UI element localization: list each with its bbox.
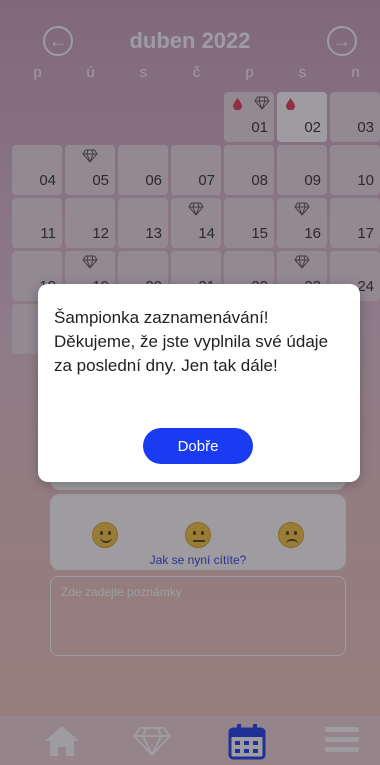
dialog-message: Šampionka zaznamenávání! Děkujeme, že js… bbox=[54, 308, 329, 375]
ok-button[interactable]: Dobře bbox=[143, 428, 253, 464]
achievement-dialog: Šampionka zaznamenávání! Děkujeme, že js… bbox=[38, 284, 360, 482]
